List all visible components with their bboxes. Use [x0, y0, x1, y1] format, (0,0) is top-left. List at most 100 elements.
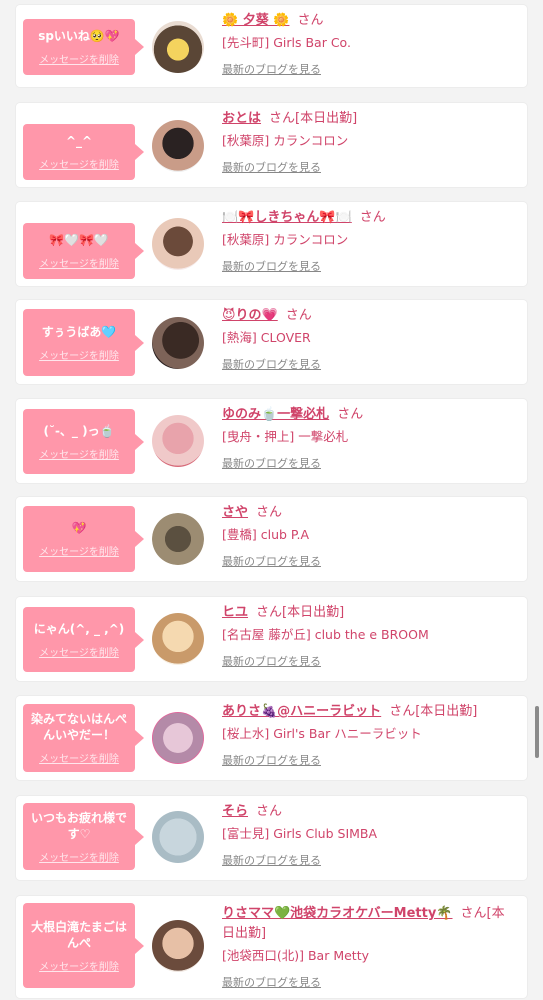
avatar[interactable] — [152, 513, 204, 565]
latest-blog-link[interactable]: 最新のブログを見る — [222, 752, 321, 768]
avatar[interactable] — [152, 218, 204, 270]
message-text: 💖 — [71, 521, 87, 535]
message-text: 🎀🤍🎀🤍 — [49, 233, 109, 247]
name-line: 😈りの💗 さん — [222, 306, 517, 326]
avatar[interactable] — [152, 920, 204, 972]
message-text: すぅうばあ🩵 — [41, 324, 117, 339]
delete-message-link[interactable]: メッセージを削除 — [39, 849, 119, 864]
latest-blog-link[interactable]: 最新のブログを見る — [222, 356, 321, 372]
message-card: ^_^ メッセージを削除 おとは さん[本日出勤] [秋葉原] カランコロン 最新… — [16, 103, 527, 187]
name-line: おとは さん[本日出勤] — [222, 109, 517, 129]
latest-blog-link[interactable]: 最新のブログを見る — [222, 159, 321, 175]
message-card: にゃん(^, _ ,^) メッセージを削除 ヒユ さん[本日出勤] [名古屋 藤が… — [16, 597, 527, 681]
latest-blog-link[interactable]: 最新のブログを見る — [222, 852, 321, 868]
cast-name-link[interactable]: ゆのみ🍵一撃必札 — [222, 407, 329, 422]
latest-blog-link[interactable]: 最新のブログを見る — [222, 653, 321, 669]
shop-name: [先斗町] Girls Bar Co. — [222, 35, 351, 50]
latest-blog-link[interactable]: 最新のブログを見る — [222, 61, 321, 77]
shop-name: [富士見] Girls Club SIMBA — [222, 826, 378, 841]
shop-name: [熱海] CLOVER — [222, 330, 311, 345]
cast-info: 🌼 夕葵 🌼 さん [先斗町] Girls Bar Co. 最新のブログを見る — [222, 11, 517, 77]
message-bubble: ^_^ メッセージを削除 — [23, 124, 144, 180]
name-line: りさママ💚池袋カラオケバーMetty🌴 さん[本日出勤] — [222, 904, 517, 944]
shop-name: [池袋西口(北)] Bar Metty — [222, 948, 370, 963]
latest-blog-link[interactable]: 最新のブログを見る — [222, 455, 321, 471]
delete-message-link[interactable]: メッセージを削除 — [39, 446, 119, 461]
avatar[interactable] — [152, 712, 204, 764]
message-text: spいいね🥺💖 — [38, 29, 120, 43]
name-line: ゆのみ🍵一撃必札 さん — [222, 405, 517, 425]
work-status: [本日出勤] — [282, 605, 345, 620]
cast-info: 🍽️🎀しきちゃん🎀🍽️ さん [秋葉原] カランコロン 最新のブログを見る — [222, 208, 517, 274]
shop-name: [名古屋 藤が丘] club the e BROOM — [222, 627, 429, 642]
message-text: にゃん(^, _ ,^) — [33, 621, 125, 636]
delete-message-link[interactable]: メッセージを削除 — [39, 750, 119, 765]
delete-message-link[interactable]: メッセージを削除 — [39, 347, 119, 362]
latest-blog-link[interactable]: 最新のブログを見る — [222, 974, 321, 990]
avatar[interactable] — [152, 317, 204, 369]
message-card: 💖 メッセージを削除 さや さん [豊橋] club P.A 最新のブログを見る — [16, 497, 527, 581]
shop-name: [秋葉原] カランコロン — [222, 133, 349, 148]
latest-blog-link[interactable]: 最新のブログを見る — [222, 258, 321, 274]
honorific: さん — [269, 111, 296, 126]
honorific: さん — [389, 704, 416, 719]
cast-info: ゆのみ🍵一撃必札 さん [曳舟・押上] 一撃必札 最新のブログを見る — [222, 405, 517, 471]
message-bubble: 大根白滝たまごはんぺ メッセージを削除 — [23, 903, 144, 988]
cast-name-link[interactable]: りさママ💚池袋カラオケバーMetty🌴 — [222, 906, 453, 921]
cast-info: 😈りの💗 さん [熱海] CLOVER 最新のブログを見る — [222, 306, 517, 372]
cast-name-link[interactable]: 😈りの💗 — [222, 308, 278, 323]
message-card: spいいね🥺💖 メッセージを削除 🌼 夕葵 🌼 さん [先斗町] Girls Ba… — [16, 5, 527, 87]
avatar[interactable] — [152, 120, 204, 172]
shop-name: [曳舟・押上] 一撃必札 — [222, 429, 349, 444]
message-card: すぅうばあ🩵 メッセージを削除 😈りの💗 さん [熱海] CLOVER 最新のブロ… — [16, 300, 527, 384]
sunflower-avatar[interactable] — [152, 21, 204, 73]
delete-message-link[interactable]: メッセージを削除 — [39, 156, 119, 171]
delete-message-link[interactable]: メッセージを削除 — [39, 255, 119, 270]
cast-info: ヒユ さん[本日出勤] [名古屋 藤が丘] club the e BROOM 最新… — [222, 603, 517, 669]
name-line: 🌼 夕葵 🌼 さん — [222, 11, 517, 31]
cast-name-link[interactable]: そら — [222, 804, 248, 819]
scrollbar[interactable] — [535, 706, 539, 758]
message-text: 染みてないはんぺんいやだー！ — [31, 712, 128, 742]
delete-message-link[interactable]: メッセージを削除 — [39, 543, 119, 558]
message-card: いつもお疲れ様です♡ メッセージを削除 そら さん [富士見] Girls Clu… — [16, 796, 527, 880]
placeholder-avatar[interactable] — [152, 811, 204, 863]
cast-info: りさママ💚池袋カラオケバーMetty🌴 さん[本日出勤] [池袋西口(北)] Ba… — [222, 904, 517, 990]
delete-message-link[interactable]: メッセージを削除 — [39, 51, 119, 66]
work-status: [本日出勤] — [415, 704, 478, 719]
honorific: さん — [256, 804, 283, 819]
message-bubble: すぅうばあ🩵 メッセージを削除 — [23, 309, 144, 376]
cast-name-link[interactable]: ヒユ — [222, 605, 248, 620]
cast-name-link[interactable]: ありさ🍇@ハニーラビット — [222, 704, 381, 719]
delete-message-link[interactable]: メッセージを削除 — [39, 644, 119, 659]
name-line: ありさ🍇@ハニーラビット さん[本日出勤] — [222, 702, 517, 722]
shop-name: [豊橋] club P.A — [222, 527, 310, 542]
honorific: さん — [460, 906, 487, 921]
honorific: さん — [256, 505, 283, 520]
avatar[interactable] — [152, 613, 204, 665]
name-line: さや さん — [222, 503, 517, 523]
honorific: さん — [337, 407, 364, 422]
message-bubble: (˘-、_ )っ🍵 メッセージを削除 — [23, 409, 144, 474]
name-line: 🍽️🎀しきちゃん🎀🍽️ さん — [222, 208, 517, 228]
latest-blog-link[interactable]: 最新のブログを見る — [222, 553, 321, 569]
shop-name: [秋葉原] カランコロン — [222, 232, 349, 247]
cast-info: ありさ🍇@ハニーラビット さん[本日出勤] [桜上水] Girl's Bar ハニ… — [222, 702, 517, 768]
shop-name: [桜上水] Girl's Bar ハニーラビット — [222, 726, 422, 741]
cast-name-link[interactable]: さや — [222, 505, 248, 520]
message-bubble: 💖 メッセージを削除 — [23, 506, 144, 572]
honorific: さん — [256, 605, 283, 620]
cast-name-link[interactable]: 🍽️🎀しきちゃん🎀🍽️ — [222, 210, 352, 225]
message-bubble: いつもお疲れ様です♡ メッセージを削除 — [23, 803, 144, 870]
delete-message-link[interactable]: メッセージを削除 — [39, 958, 119, 973]
message-card: 🎀🤍🎀🤍 メッセージを削除 🍽️🎀しきちゃん🎀🍽️ さん [秋葉原] カランコロン… — [16, 202, 527, 286]
cast-name-link[interactable]: おとは — [222, 111, 261, 126]
message-text: 大根白滝たまごはんぺ — [31, 919, 127, 950]
name-line: そら さん — [222, 802, 517, 822]
message-bubble: 🎀🤍🎀🤍 メッセージを削除 — [23, 223, 144, 279]
message-text: いつもお疲れ様です♡ — [31, 810, 128, 841]
avatar[interactable] — [152, 415, 204, 467]
cast-name-link[interactable]: 🌼 夕葵 🌼 — [222, 13, 289, 28]
honorific: さん — [297, 13, 324, 28]
message-bubble: 染みてないはんぺんいやだー！ メッセージを削除 — [23, 704, 144, 772]
